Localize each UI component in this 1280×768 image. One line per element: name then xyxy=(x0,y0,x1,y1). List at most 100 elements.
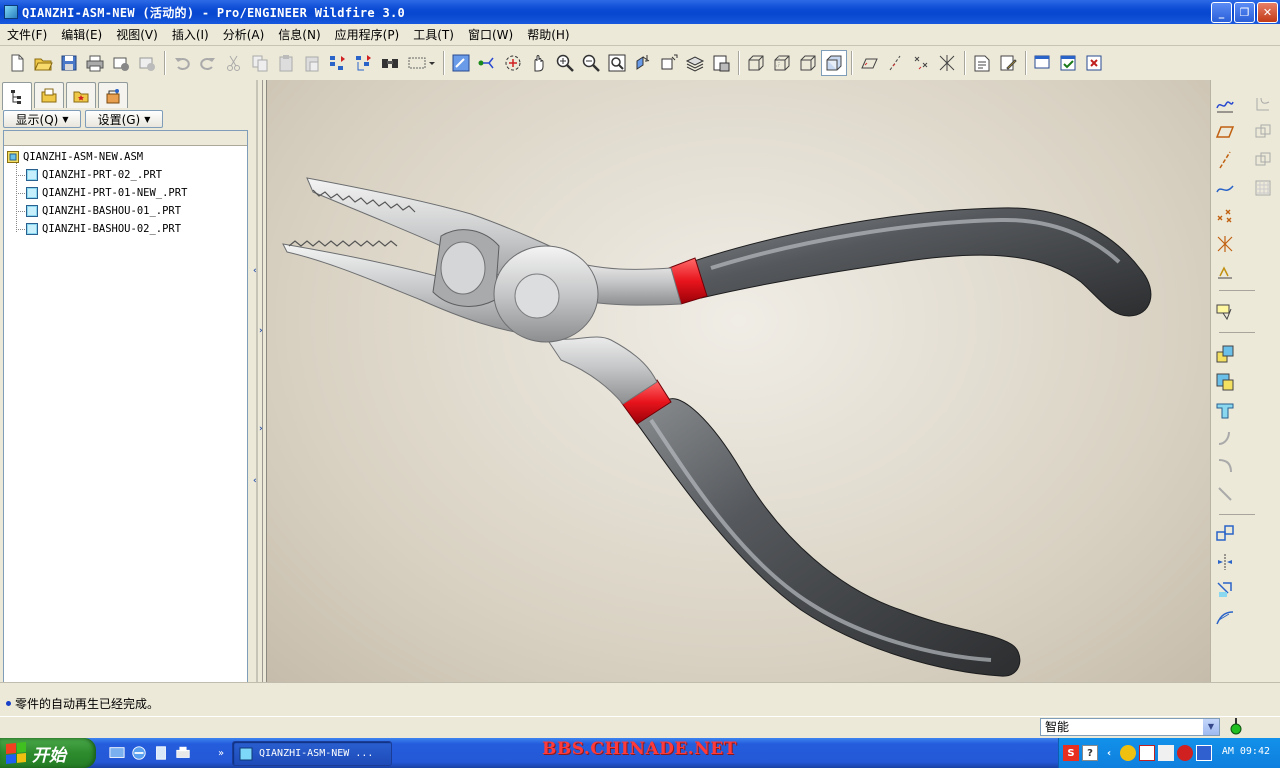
close-button[interactable]: ✕ xyxy=(1257,2,1278,23)
datum-axes-icon[interactable] xyxy=(882,50,908,76)
print-icon[interactable] xyxy=(82,50,108,76)
coordinate-system-icon[interactable] xyxy=(1213,232,1237,256)
undo-icon[interactable] xyxy=(169,50,195,76)
curve-icon[interactable] xyxy=(1213,176,1237,200)
orient-mode-icon[interactable] xyxy=(474,50,500,76)
analysis-feature-icon[interactable] xyxy=(1213,260,1237,284)
close-window-check-icon[interactable] xyxy=(1056,50,1082,76)
mirror-icon[interactable] xyxy=(1213,550,1237,574)
repaint-icon[interactable] xyxy=(448,50,474,76)
refit-icon[interactable] xyxy=(604,50,630,76)
tray-network-icon[interactable] xyxy=(1139,745,1155,761)
revolve-icon[interactable] xyxy=(1213,426,1237,450)
panel-sash[interactable]: ‹ › › ‹ xyxy=(252,80,266,682)
select-box-icon[interactable] xyxy=(403,50,439,76)
quicklaunch-printer-icon[interactable] xyxy=(174,744,192,762)
tree-item-part[interactable]: QIANZHI-PRT-01-NEW_.PRT xyxy=(26,185,187,201)
sketch-tool-icon[interactable] xyxy=(1213,92,1237,116)
tray-input-icon[interactable] xyxy=(1196,745,1212,761)
layers-icon[interactable] xyxy=(682,50,708,76)
menu-applications[interactable]: 应用程序(P) xyxy=(328,25,407,45)
menu-help[interactable]: 帮助(H) xyxy=(520,25,576,45)
annotation-feature-icon[interactable] xyxy=(1213,300,1237,324)
datum-curve-icon[interactable] xyxy=(1251,92,1275,116)
show-menu-button[interactable]: 显示(Q) ▼ xyxy=(3,110,81,128)
annotation-icon[interactable] xyxy=(969,50,995,76)
pan-hand-icon[interactable] xyxy=(526,50,552,76)
menu-insert[interactable]: 插入(I) xyxy=(165,25,216,45)
send-link-icon[interactable] xyxy=(134,50,160,76)
menu-view[interactable]: 视图(V) xyxy=(109,25,165,45)
quicklaunch-desktop-icon[interactable] xyxy=(108,744,126,762)
send-mail-icon[interactable] xyxy=(108,50,134,76)
copy-feature-icon[interactable] xyxy=(1251,120,1275,144)
tray-s-icon[interactable]: S xyxy=(1063,745,1079,761)
find-icon[interactable] xyxy=(377,50,403,76)
minimize-button[interactable]: _ xyxy=(1211,2,1232,23)
component-assemble-icon[interactable] xyxy=(1213,342,1237,366)
datum-point-icon[interactable] xyxy=(1213,204,1237,228)
tree-item-assembly[interactable]: QIANZHI-ASM-NEW.ASM xyxy=(7,149,143,165)
paste-special-icon[interactable] xyxy=(299,50,325,76)
tray-volume-icon[interactable] xyxy=(1158,745,1174,761)
quicklaunch-tool-icon[interactable] xyxy=(152,744,170,762)
saved-views-icon[interactable] xyxy=(656,50,682,76)
menu-info[interactable]: 信息(N) xyxy=(271,25,327,45)
sketch-edit-icon[interactable] xyxy=(995,50,1021,76)
no-hidden-icon[interactable] xyxy=(795,50,821,76)
round-icon[interactable] xyxy=(1213,454,1237,478)
close-window-icon[interactable] xyxy=(1082,50,1108,76)
paste-icon[interactable] xyxy=(273,50,299,76)
expand-right-icon[interactable]: › xyxy=(259,326,263,336)
menu-edit[interactable]: 编辑(E) xyxy=(54,25,109,45)
view-manager-icon[interactable] xyxy=(708,50,734,76)
pattern-icon[interactable] xyxy=(1213,522,1237,546)
new-file-icon[interactable] xyxy=(4,50,30,76)
hidden-line-icon[interactable] xyxy=(769,50,795,76)
tray-help-icon[interactable]: ? xyxy=(1082,745,1098,761)
tray-antivirus-icon[interactable] xyxy=(1177,745,1193,761)
tree-item-part[interactable]: QIANZHI-PRT-02_.PRT xyxy=(26,167,162,183)
menu-tools[interactable]: 工具(T) xyxy=(406,25,461,45)
window-titlebar[interactable]: QIANZHI-ASM-NEW (活动的) - Pro/ENGINEER Wil… xyxy=(0,0,1280,24)
tree-item-part[interactable]: QIANZHI-BASHOU-01_.PRT xyxy=(26,203,181,219)
menu-analysis[interactable]: 分析(A) xyxy=(216,25,272,45)
regenerate-icon[interactable] xyxy=(325,50,351,76)
tab-favorites[interactable] xyxy=(66,82,96,108)
redo-icon[interactable] xyxy=(195,50,221,76)
maximize-button[interactable]: ❐ xyxy=(1234,2,1255,23)
activate-window-icon[interactable] xyxy=(1030,50,1056,76)
taskbar-item-proe[interactable]: QIANZHI-ASM-NEW ... xyxy=(232,741,392,766)
zoom-out-icon[interactable] xyxy=(578,50,604,76)
wireframe-icon[interactable] xyxy=(743,50,769,76)
collapse-left-icon[interactable]: ‹ xyxy=(253,476,257,486)
cut-icon[interactable] xyxy=(221,50,247,76)
expand-right-icon[interactable]: › xyxy=(259,424,263,434)
copy-icon[interactable] xyxy=(247,50,273,76)
selection-filter-dropdown[interactable]: 智能 ▼ xyxy=(1040,718,1220,736)
quicklaunch-ie-icon[interactable] xyxy=(130,744,148,762)
save-icon[interactable] xyxy=(56,50,82,76)
tab-folder-browser[interactable] xyxy=(34,82,64,108)
pliers-model[interactable] xyxy=(267,80,1210,682)
tree-item-part[interactable]: QIANZHI-BASHOU-02_.PRT xyxy=(26,221,181,237)
menu-file[interactable]: 文件(F) xyxy=(0,25,54,45)
coordinate-systems-icon[interactable] xyxy=(934,50,960,76)
zoom-in-icon[interactable] xyxy=(552,50,578,76)
datum-axis-icon[interactable] xyxy=(1213,148,1237,172)
merge-icon[interactable] xyxy=(1213,578,1237,602)
hole-feature-icon[interactable] xyxy=(1213,398,1237,422)
quicklaunch-expand-icon[interactable]: » xyxy=(212,744,230,762)
component-create-icon[interactable] xyxy=(1213,370,1237,394)
shading-icon[interactable] xyxy=(821,50,847,76)
tray-collapse-icon[interactable]: ‹ xyxy=(1101,745,1117,761)
grid-icon[interactable] xyxy=(1251,176,1275,200)
mirror-feature-icon[interactable] xyxy=(1251,148,1275,172)
datum-plane-icon[interactable] xyxy=(1213,120,1237,144)
tab-connections[interactable] xyxy=(98,82,128,108)
datum-planes-icon[interactable] xyxy=(856,50,882,76)
menu-window[interactable]: 窗口(W) xyxy=(461,25,520,45)
graphics-window[interactable] xyxy=(266,80,1210,682)
datum-points-icon[interactable] xyxy=(908,50,934,76)
surface-trim-icon[interactable] xyxy=(1213,606,1237,630)
